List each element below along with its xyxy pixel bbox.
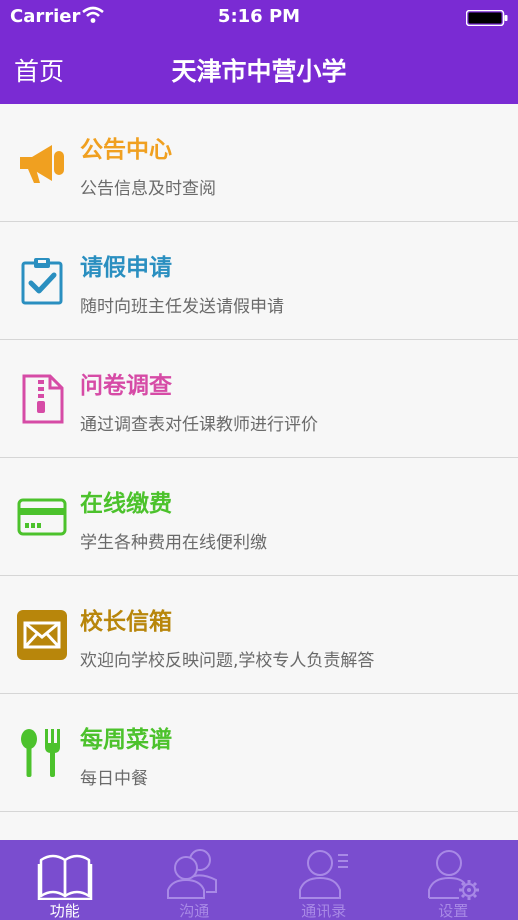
spoon-fork-icon — [21, 729, 60, 777]
credit-card-icon — [17, 498, 67, 536]
list-item-weekly-menu[interactable]: 每周菜谱 每日中餐 — [0, 694, 518, 812]
people-icon — [167, 849, 218, 899]
tab-settings[interactable]: 设置 — [389, 840, 518, 920]
page-title: 天津市中营小学 — [171, 57, 347, 86]
item-description: 随时向班主任发送请假申请 — [80, 297, 284, 317]
list-item-announcements[interactable]: 公告中心 公告信息及时查阅 — [0, 104, 518, 222]
list-item-principal-mailbox[interactable]: 校长信箱 欢迎向学校反映问题,学校专人负责解答 — [0, 576, 518, 694]
list-item-questionnaire[interactable]: 问卷调查 通过调查表对任课教师进行评价 — [0, 340, 518, 458]
item-title: 公告中心 — [80, 137, 172, 163]
questionnaire-file-icon — [22, 374, 64, 424]
tab-bar: 功能 沟通 通讯录 设置 — [0, 840, 518, 920]
tab-label: 沟通 — [179, 902, 210, 920]
item-title: 在线缴费 — [80, 491, 172, 517]
item-description: 通过调查表对任课教师进行评价 — [80, 415, 318, 435]
contacts-icon — [298, 850, 348, 899]
tab-contacts[interactable]: 通讯录 — [259, 840, 389, 920]
tab-communication[interactable]: 沟通 — [130, 840, 260, 920]
tab-label: 设置 — [438, 902, 469, 920]
header: Carrier 5:16 PM 首页 天津市中营小学 — [0, 0, 518, 104]
item-description: 学生各种费用在线便利缴 — [80, 533, 267, 553]
list-item-online-payment[interactable]: 在线缴费 学生各种费用在线便利缴 — [0, 458, 518, 576]
list-item-partial[interactable] — [0, 812, 518, 840]
status-time: 5:16 PM — [217, 6, 301, 27]
item-title: 问卷调查 — [80, 373, 172, 399]
status-bar: Carrier 5:16 PM — [0, 0, 518, 34]
item-description: 欢迎向学校反映问题,学校专人负责解答 — [80, 651, 375, 671]
clipboard-check-icon — [21, 258, 63, 305]
mail-envelope-icon — [17, 610, 67, 660]
item-title: 每周菜谱 — [80, 727, 172, 753]
nav-bar: 首页 天津市中营小学 — [0, 34, 518, 104]
settings-person-icon — [428, 850, 480, 900]
item-title: 校长信箱 — [80, 609, 172, 635]
tab-label: 功能 — [49, 902, 80, 920]
item-description: 每日中餐 — [80, 769, 148, 789]
tab-functions[interactable]: 功能 — [0, 840, 130, 920]
battery-icon — [466, 10, 508, 26]
tab-label: 通讯录 — [301, 902, 347, 920]
open-book-icon — [37, 854, 92, 900]
megaphone-icon — [20, 145, 64, 183]
feature-list: 公告中心 公告信息及时查阅 请假申请 随时向班主任发送请假申请 问卷调查 通过调… — [0, 104, 518, 840]
item-title: 请假申请 — [80, 255, 172, 281]
item-description: 公告信息及时查阅 — [80, 179, 216, 199]
list-item-leave-request[interactable]: 请假申请 随时向班主任发送请假申请 — [0, 222, 518, 340]
